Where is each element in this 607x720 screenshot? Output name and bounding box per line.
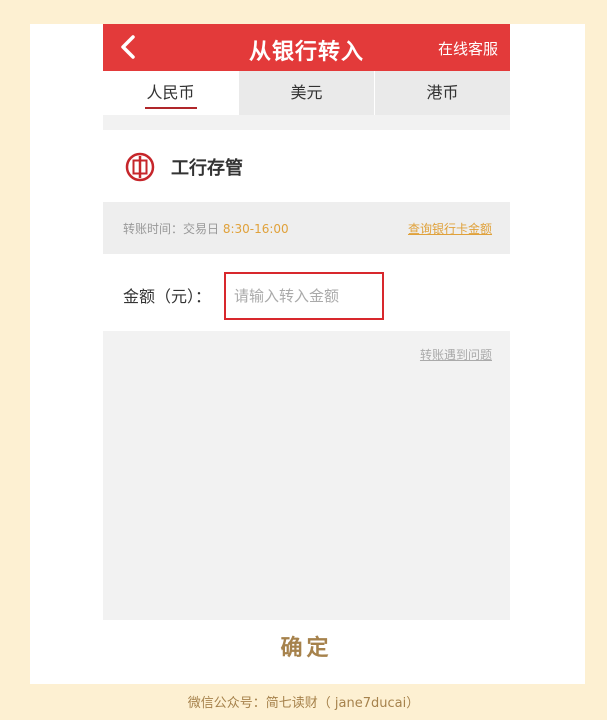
phone-screen: 从银行转入 在线客服 人民币 美元 港币 工行存管 转账时间：交易日 8:30-… [103, 24, 510, 620]
transfer-problem-link[interactable]: 转账遇到问题 [420, 346, 492, 363]
footer-watermark: 微信公众号：简七读财（ jane7ducai） [187, 696, 420, 711]
transfer-time-label: 转账时间：交易日 8:30-16:00 [123, 222, 289, 236]
confirm-button[interactable]: 确定 [103, 620, 510, 678]
tab-label: 港币 [426, 83, 459, 102]
online-service-button[interactable]: 在线客服 [438, 38, 498, 59]
amount-label: 金额（元）： [123, 287, 212, 306]
tab-label: 美元 [290, 83, 323, 102]
active-tab-indicator [144, 107, 197, 109]
amount-row: 金额（元）： [103, 254, 510, 331]
amount-input[interactable] [224, 272, 384, 320]
bank-name: 工行存管 [171, 158, 243, 179]
currency-tabs: 人民币 美元 港币 [103, 71, 510, 115]
tab-hkd[interactable]: 港币 [374, 71, 510, 115]
top-bar: 从银行转入 在线客服 [103, 24, 510, 71]
query-card-balance-link[interactable]: 查询银行卡金额 [408, 220, 492, 237]
tab-label: 人民币 [146, 83, 195, 102]
transfer-time-row: 转账时间：交易日 8:30-16:00 查询银行卡金额 [103, 202, 510, 254]
transfer-time-hours: 8:30-16:00 [222, 222, 289, 236]
tab-usd[interactable]: 美元 [238, 71, 374, 115]
tab-rmb[interactable]: 人民币 [103, 71, 238, 115]
icbc-logo-icon [125, 152, 155, 182]
bank-row: 工行存管 [103, 130, 510, 202]
